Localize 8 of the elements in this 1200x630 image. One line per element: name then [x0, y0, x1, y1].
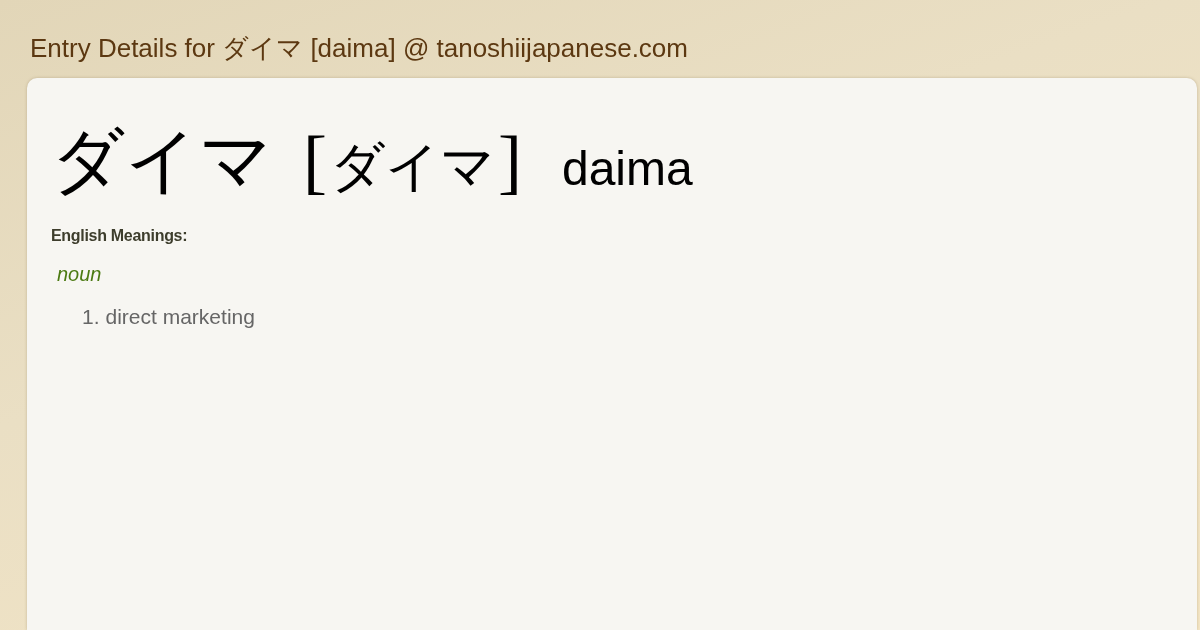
reading-text: [ダイマ] — [303, 120, 522, 203]
meanings-heading: English Meanings: — [51, 226, 188, 246]
meaning-number: 1. — [82, 304, 100, 330]
meaning-text: direct marketing — [105, 304, 255, 330]
part-of-speech: noun — [57, 262, 102, 286]
page-title: Entry Details for ダイマ [daima] @ tanoshiijapanese.com — [30, 32, 688, 64]
romaji-text: daima — [561, 141, 693, 197]
headword: ダイマ — [51, 120, 273, 203]
